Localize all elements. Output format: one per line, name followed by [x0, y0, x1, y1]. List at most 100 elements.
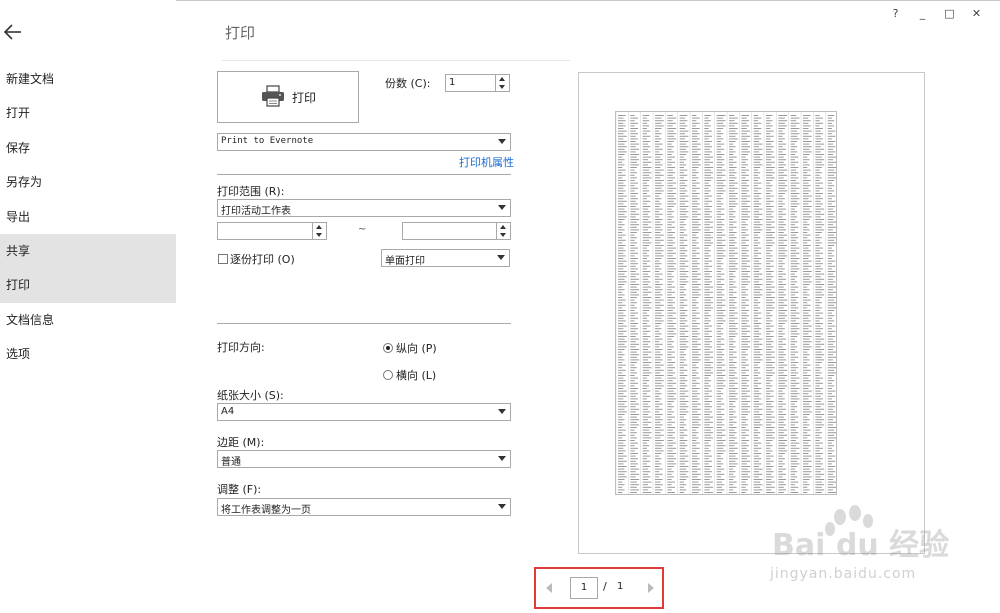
preview-cell-text: [704, 190, 711, 192]
preview-cell-text: [655, 120, 664, 122]
preview-cell-text: [716, 234, 726, 236]
preview-cell-text: [815, 333, 823, 335]
preview-cell-text: [827, 450, 835, 452]
preview-cell-text: [618, 250, 626, 252]
preview-cell-text: [803, 141, 812, 142]
preview-cell-text: [630, 148, 640, 150]
preview-cell-text: [729, 323, 738, 324]
preview-cell-text: [815, 234, 820, 236]
preview-cell-text: [642, 151, 651, 153]
spin-down-icon[interactable]: [499, 85, 505, 89]
landscape-radio[interactable]: 横向 (L): [383, 367, 436, 383]
preview-cell-text: [655, 294, 663, 296]
preview-cell-text: [753, 247, 762, 249]
spin-up-icon[interactable]: [499, 77, 505, 81]
prev-page-icon[interactable]: [546, 583, 552, 593]
spin-down-icon[interactable]: [316, 233, 322, 237]
preview-cell-text: [618, 224, 625, 226]
range-select[interactable]: 打印活动工作表: [217, 199, 511, 217]
preview-cell-text: [827, 330, 836, 332]
page-to-stepper[interactable]: [402, 222, 511, 240]
preview-cell-text: [753, 341, 760, 343]
sidebar-item-print[interactable]: 打印: [0, 268, 176, 303]
spin-up-icon[interactable]: [316, 225, 322, 229]
preview-cell-text: [766, 414, 772, 415]
sidebar-item-new[interactable]: 新建文档: [0, 62, 176, 96]
preview-cell-text: [741, 336, 751, 337]
printer-properties-link[interactable]: 打印机属性: [459, 154, 514, 170]
preview-cell-text: [778, 289, 786, 291]
back-arrow-icon[interactable]: [2, 22, 24, 42]
preview-cell-text: [766, 263, 771, 265]
preview-cell-text: [716, 328, 724, 330]
preview-cell-text: [667, 437, 675, 439]
preview-cell-text: [618, 125, 626, 127]
next-page-icon[interactable]: [648, 583, 654, 593]
sidebar-item-options[interactable]: 选项: [0, 337, 176, 371]
preview-cell-text: [778, 250, 788, 252]
preview-cell-text: [655, 471, 660, 473]
preview-cell-text: [803, 388, 809, 389]
preview-cell-text: [692, 333, 700, 335]
preview-cell-text: [630, 164, 640, 166]
preview-cell-text: [815, 450, 820, 452]
preview-cell-text: [618, 333, 624, 335]
copies-value[interactable]: 1: [449, 77, 455, 88]
sidebar-item-doc-info[interactable]: 文档信息: [0, 303, 176, 337]
spin-down-icon[interactable]: [500, 233, 506, 237]
scaling-select[interactable]: 将工作表调整为一页: [217, 498, 511, 516]
radio-unchecked[interactable]: [383, 370, 393, 380]
sidebar-item-save-as[interactable]: 另存为: [0, 165, 176, 199]
preview-cell-text: [704, 133, 709, 135]
preview-cell-text: [790, 297, 799, 298]
preview-cell-text: [778, 489, 786, 491]
minimize-icon[interactable]: _: [909, 4, 936, 22]
preview-cell-text: [679, 203, 686, 205]
spin-up-icon[interactable]: [500, 225, 506, 229]
preview-cell-text: [827, 198, 832, 200]
preview-cell-text: [778, 154, 786, 155]
preview-cell-text: [642, 323, 647, 324]
portrait-radio[interactable]: 纵向 (P): [383, 340, 437, 356]
preview-cell-text: [729, 130, 736, 132]
collate-checkbox[interactable]: 逐份打印 (O): [218, 251, 295, 267]
radio-checked[interactable]: [383, 343, 393, 353]
preview-cell-text: [704, 247, 709, 249]
preview-cell-text: [630, 281, 636, 283]
print-button[interactable]: 打印: [217, 71, 359, 123]
preview-cell-text: [692, 320, 697, 322]
preview-cell-text: [803, 252, 809, 254]
sidebar-item-save[interactable]: 保存: [0, 131, 176, 165]
paper-size-select[interactable]: A4: [217, 403, 511, 421]
sidebar-item-open[interactable]: 打开: [0, 96, 176, 130]
preview-cell-text: [716, 177, 723, 179]
preview-cell-text: [667, 167, 675, 168]
preview-cell-text: [618, 216, 627, 218]
sidebar-item-export[interactable]: 导出: [0, 200, 176, 234]
copies-label: 份数 (C):: [385, 77, 431, 90]
preview-cell-text: [655, 164, 663, 166]
current-page-input[interactable]: 1: [570, 577, 598, 599]
preview-cell-text: [655, 198, 662, 200]
duplex-select[interactable]: 单面打印: [381, 249, 510, 267]
copies-stepper[interactable]: 1: [445, 74, 510, 92]
printer-select[interactable]: Print to Evernote: [217, 133, 511, 151]
preview-cell-text: [679, 247, 686, 249]
checkbox-box[interactable]: [218, 254, 228, 264]
preview-cell-text: [716, 224, 725, 226]
preview-cell-text: [679, 359, 687, 361]
help-icon[interactable]: ?: [882, 4, 909, 22]
preview-cell-text: [766, 117, 771, 119]
preview-cell-text: [766, 434, 773, 436]
maximize-icon[interactable]: □: [936, 4, 963, 22]
preview-cell-text: [753, 385, 758, 387]
preview-cell-text: [655, 268, 662, 270]
page-from-stepper[interactable]: [217, 222, 327, 240]
preview-cell-text: [716, 120, 726, 122]
preview-cell-text: [790, 333, 800, 335]
sidebar-item-share[interactable]: 共享: [0, 233, 176, 269]
preview-cell-text: [618, 122, 624, 124]
margin-select[interactable]: 普通: [217, 450, 511, 468]
preview-cell-text: [766, 302, 775, 304]
close-icon[interactable]: ✕: [963, 4, 990, 22]
